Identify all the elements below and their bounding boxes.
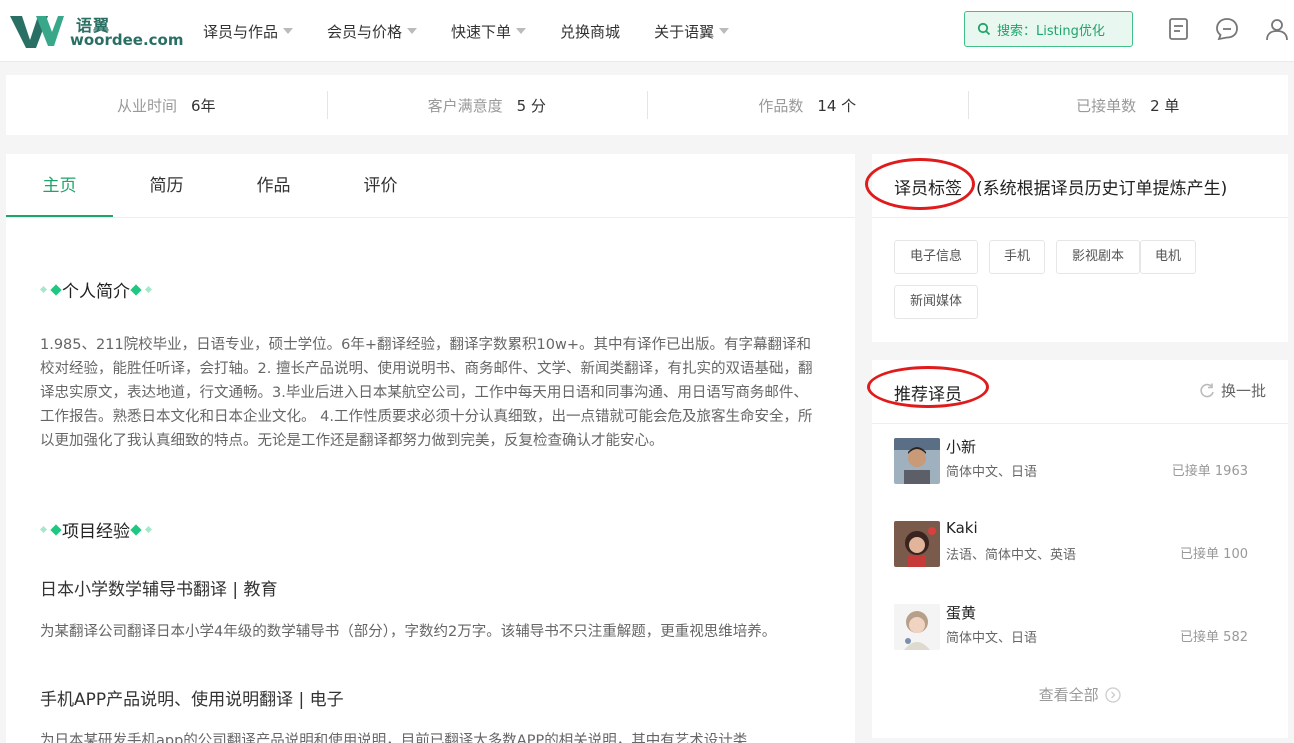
document-icon[interactable] [1166, 16, 1192, 42]
translator-item[interactable]: 蛋黄 简体中文、日语 已接单 582 [894, 604, 1274, 654]
project-desc: 为日本某研发手机app的公司翻译产品说明和使用说明，目前已翻译大多数APP的相关… [40, 733, 748, 743]
tab-reviews[interactable]: 评价 [327, 154, 434, 217]
nav-translators-works[interactable]: 译员与作品 [203, 21, 294, 42]
chevron-down-icon [719, 28, 730, 34]
tab-works[interactable]: 作品 [220, 154, 327, 217]
project-title: 手机APP产品说明、使用说明翻译 | 电子 [40, 690, 344, 710]
tag-chip[interactable]: 新闻媒体 [894, 285, 978, 319]
intro-title: 个人简介 [62, 282, 130, 302]
intro-heading: 个人简介 [40, 277, 152, 302]
nav-label: 快速下单 [451, 22, 512, 41]
stat-value: 2 单 [1150, 96, 1180, 115]
avatar[interactable] [894, 521, 940, 567]
translator-name: 蛋黄 [946, 604, 977, 622]
translator-languages: 简体中文、日语 [946, 631, 1038, 646]
nav-label: 译员与作品 [203, 22, 279, 41]
translator-stats: 从业时间 6年 客户满意度 5 分 作品数 14 个 已接单数 2 单 [6, 75, 1288, 135]
stat-label: 作品数 [758, 96, 804, 115]
search-button[interactable]: 搜索：Listing优化 [964, 11, 1133, 47]
translator-languages: 简体中文、日语 [946, 465, 1038, 480]
nav-about[interactable]: 关于语翼 [654, 21, 730, 42]
translator-languages: 法语、简体中文、英语 [946, 548, 1077, 563]
chevron-down-icon [407, 28, 418, 34]
project-title: 日本小学数学辅导书翻译 | 教育 [40, 580, 278, 600]
stat-satisfaction: 客户满意度 5 分 [326, 90, 648, 119]
translator-orders: 已接单 1963 [1171, 464, 1248, 479]
nav-label: 兑换商城 [560, 22, 621, 41]
stat-label: 客户满意度 [427, 96, 503, 115]
top-header: 语翼 woordee.com 译员与作品 会员与价格 快速下单 兑换商城 关于语… [0, 0, 1294, 62]
tab-home[interactable]: 主页 [6, 154, 113, 217]
stat-works: 作品数 14 个 [647, 90, 968, 119]
nav-membership-pricing[interactable]: 会员与价格 [327, 21, 418, 42]
stat-label: 已接单数 [1076, 96, 1137, 115]
translator-name: Kaki [946, 519, 978, 537]
main-nav: 译员与作品 会员与价格 快速下单 兑换商城 关于语翼 [203, 0, 763, 62]
nav-label: 会员与价格 [327, 22, 403, 41]
profile-main-panel: 主页 简历 作品 评价 个人简介 1.985、211院校毕业，日语专业，硕士学位… [6, 154, 855, 743]
stat-label: 从业时间 [116, 96, 177, 115]
tag-chip[interactable]: 电机 [1140, 240, 1196, 274]
diamond-decoration-icon [130, 284, 152, 296]
translator-orders: 已接单 100 [1180, 547, 1248, 562]
view-all-link[interactable]: 查看全部 [872, 684, 1288, 705]
refresh-label: 换一批 [1220, 382, 1266, 400]
translator-name: 小新 [946, 438, 977, 456]
chevron-right-circle-icon [1105, 687, 1122, 703]
refresh-icon [1200, 383, 1214, 397]
projects-title: 项目经验 [62, 522, 130, 542]
logo-mark-icon [10, 16, 64, 48]
refresh-button[interactable]: 换一批 [1198, 380, 1266, 401]
stat-experience: 从业时间 6年 [6, 95, 327, 116]
search-icon [977, 22, 991, 36]
diamond-decoration-icon [40, 284, 62, 296]
tag-chip[interactable]: 电子信息 [894, 240, 978, 274]
tags-header: 译员标签 (系统根据译员历史订单提炼产生) [865, 154, 1288, 218]
stat-value: 14 个 [817, 96, 857, 115]
stat-value: 5 分 [516, 96, 546, 115]
tab-resume[interactable]: 简历 [113, 154, 220, 217]
stat-value: 6年 [190, 96, 216, 115]
nav-exchange-mall[interactable]: 兑换商城 [560, 21, 620, 42]
intro-text: 1.985、211院校毕业，日语专业，硕士学位。6年+翻译经验，翻译字数累积10… [40, 337, 813, 449]
avatar[interactable] [894, 604, 940, 650]
stat-orders: 已接单数 2 单 [967, 90, 1289, 119]
translator-item[interactable]: 小新 简体中文、日语 已接单 1963 [894, 438, 1274, 488]
translator-orders: 已接单 582 [1180, 630, 1248, 645]
translator-item[interactable]: Kaki 法语、简体中文、英语 已接单 100 [894, 519, 1274, 571]
project-desc: 为某翻译公司翻译日本小学4年级的数学辅导书（部分），字数约2万字。该辅导书不只注… [40, 624, 777, 640]
profile-tabs: 主页 简历 作品 评价 [6, 154, 855, 218]
diamond-decoration-icon [130, 524, 152, 536]
avatar[interactable] [894, 438, 940, 484]
tags-subtitle: (系统根据译员历史订单提炼产生) [976, 179, 1228, 199]
message-icon[interactable] [1214, 16, 1240, 42]
search-label: 搜索：Listing优化 [997, 23, 1105, 39]
brand-logo[interactable]: 语翼 woordee.com [8, 10, 183, 52]
recommended-translators-panel: 推荐译员 换一批 小新 简体中文、日语 已接单 1963 Kaki 法语、简体中… [867, 360, 1288, 738]
chevron-down-icon [516, 28, 527, 34]
user-icon[interactable] [1264, 16, 1290, 42]
projects-heading: 项目经验 [40, 517, 152, 542]
annotation-circle [865, 158, 975, 210]
annotation-circle [867, 366, 989, 408]
nav-label: 关于语翼 [654, 22, 715, 41]
view-all-label: 查看全部 [1038, 686, 1099, 704]
recommended-header: 推荐译员 换一批 [867, 360, 1288, 424]
diamond-decoration-icon [40, 524, 62, 536]
tag-chip[interactable]: 手机 [989, 240, 1045, 274]
tag-chip[interactable]: 影视剧本 [1056, 240, 1140, 274]
nav-quick-order[interactable]: 快速下单 [451, 21, 527, 42]
translator-tags-panel: 译员标签 (系统根据译员历史订单提炼产生) 电子信息 手机 影视剧本 电机 新闻… [865, 154, 1288, 342]
brand-name-en: woordee.com [70, 31, 184, 49]
chevron-down-icon [283, 28, 294, 34]
